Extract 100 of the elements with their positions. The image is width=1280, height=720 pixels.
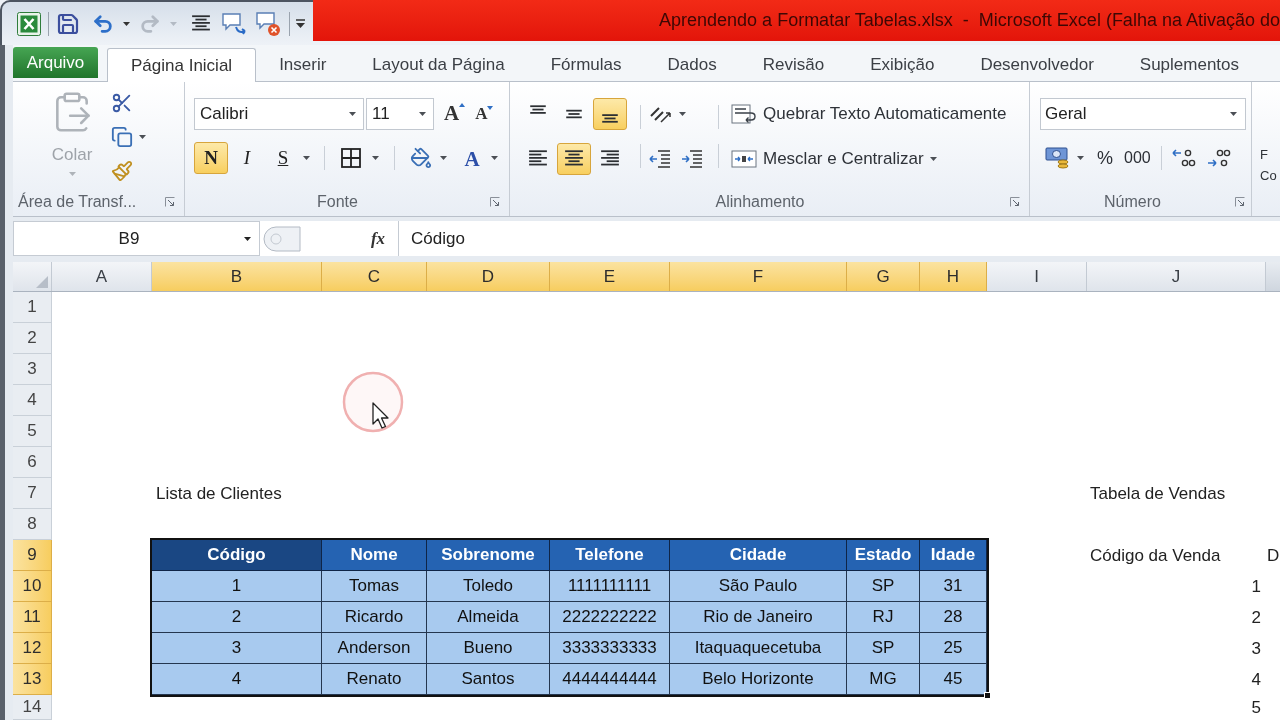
align-lines-icon[interactable] — [191, 14, 211, 33]
table-cell: 3 — [152, 633, 322, 664]
row-header[interactable]: 12 — [13, 633, 52, 664]
thousands-button[interactable]: 000 — [1124, 146, 1151, 170]
ribbon-tab[interactable]: Inserir — [256, 48, 350, 81]
caret-icon[interactable] — [440, 156, 447, 160]
column-header[interactable]: E — [550, 262, 670, 291]
row-header[interactable]: 6 — [13, 447, 52, 478]
caret-icon[interactable] — [349, 112, 356, 116]
shrink-font-button[interactable]: A — [475, 102, 494, 126]
table-cell: Toledo — [427, 571, 550, 602]
table-title: Lista de Clientes — [156, 482, 282, 505]
caret-icon[interactable] — [123, 21, 130, 26]
save-icon[interactable] — [56, 11, 80, 36]
speech-bubble-delete-icon[interactable] — [255, 10, 281, 37]
font-color-button[interactable]: A — [461, 144, 483, 172]
row-header[interactable]: 13 — [13, 664, 52, 695]
table-cell: 25 — [920, 633, 987, 664]
down-triangle-icon — [487, 106, 494, 110]
table-cell-text: 4 — [1251, 669, 1261, 690]
column-header[interactable]: H — [920, 262, 987, 291]
caret-icon[interactable] — [303, 156, 310, 160]
grow-font-button[interactable]: A — [444, 101, 466, 127]
row-header[interactable]: 3 — [13, 354, 52, 385]
align-right-icon[interactable] — [600, 150, 620, 168]
font-style-button[interactable]: S — [266, 142, 300, 174]
column-header[interactable]: J — [1087, 262, 1266, 291]
caret-icon[interactable] — [1077, 156, 1084, 160]
ribbon-tab[interactable]: Layout da Página — [349, 48, 528, 81]
column-header[interactable]: C — [322, 262, 427, 291]
column-header[interactable]: I — [987, 262, 1087, 291]
column-header[interactable]: F — [670, 262, 847, 291]
font-style-button[interactable]: N — [194, 142, 228, 174]
row-header[interactable]: 14 — [13, 695, 52, 720]
table-header-text: Código da Venda — [1090, 544, 1221, 567]
table-cell: Almeida — [427, 602, 550, 633]
ribbon-tab[interactable]: Desenvolvedor — [957, 48, 1117, 81]
row-header[interactable]: 4 — [13, 385, 52, 416]
banknote-coins-icon[interactable] — [1045, 146, 1071, 170]
paintbrush-icon[interactable] — [111, 160, 133, 182]
align-center-button[interactable] — [557, 143, 591, 175]
wrap-text-button[interactable]: Quebrar Texto Automaticamente — [731, 98, 1007, 130]
caret-icon[interactable] — [929, 157, 937, 161]
row-header[interactable]: 8 — [13, 509, 52, 540]
align-left-icon[interactable] — [528, 150, 548, 168]
resize-handle[interactable] — [263, 225, 301, 252]
customize-dropdown-icon[interactable] — [296, 19, 305, 28]
ribbon-button[interactable]: F Co — [1260, 144, 1277, 186]
insert-function-button[interactable]: fx — [363, 221, 393, 256]
paint-bucket-icon[interactable] — [410, 147, 432, 169]
row-header[interactable]: 2 — [13, 323, 52, 354]
dialog-launcher-icon[interactable] — [1010, 197, 1020, 207]
percent-button[interactable]: % — [1097, 144, 1113, 172]
caret-icon[interactable] — [1230, 112, 1237, 116]
ribbon-tab[interactable]: Página Inicial — [107, 48, 257, 82]
ribbon-tab[interactable]: Suplementos — [1116, 48, 1263, 81]
align-bottom-button[interactable] — [593, 98, 627, 130]
speech-bubble-arrow-icon[interactable] — [221, 11, 247, 36]
caret-icon[interactable] — [679, 112, 686, 116]
caret-icon[interactable] — [139, 135, 146, 139]
font-style-button[interactable]: I — [230, 142, 264, 174]
dialog-launcher-icon[interactable] — [165, 197, 175, 207]
column-header[interactable]: A — [52, 262, 152, 291]
row-header[interactable]: 10 — [13, 571, 52, 602]
fill-handle[interactable] — [984, 692, 991, 699]
caret-icon[interactable] — [244, 236, 251, 241]
indent-decrease-icon[interactable] — [648, 148, 672, 170]
dialog-launcher-icon[interactable] — [1235, 197, 1245, 207]
row-header[interactable]: 9 — [13, 540, 52, 571]
row-header[interactable]: 11 — [13, 602, 52, 633]
borders-grid-icon[interactable] — [340, 147, 362, 169]
ribbon-tab[interactable]: Dados — [644, 48, 740, 81]
undo-icon[interactable] — [92, 12, 114, 35]
spreadsheet-logo-icon[interactable] — [17, 11, 41, 36]
ribbon-tab[interactable]: Fórmulas — [527, 48, 645, 81]
column-header[interactable]: D — [427, 262, 550, 291]
align-center-icon[interactable] — [564, 150, 584, 168]
row-header[interactable]: 7 — [13, 478, 52, 509]
dialog-launcher-icon[interactable] — [490, 197, 500, 207]
table-cell: SP — [847, 633, 920, 664]
scissors-icon[interactable] — [111, 92, 133, 114]
indent-increase-icon[interactable] — [680, 148, 704, 170]
table-cell: Tomas — [322, 571, 427, 602]
font-name-field[interactable]: Calibri — [194, 98, 364, 130]
row-header[interactable]: 5 — [13, 416, 52, 447]
name-box[interactable]: B9 — [13, 221, 260, 256]
column-header[interactable]: B — [152, 262, 322, 291]
column-header[interactable]: G — [847, 262, 920, 291]
number-format-field[interactable]: Geral — [1040, 98, 1246, 130]
row-header[interactable]: 1 — [13, 292, 52, 323]
font-size-field[interactable]: 11 — [366, 98, 434, 130]
merge-center-button[interactable]: Mesclar e Centralizar — [731, 143, 1007, 175]
caret-icon[interactable] — [372, 156, 379, 160]
caret-icon[interactable] — [491, 156, 498, 160]
file-tab[interactable]: Arquivo — [13, 47, 98, 78]
copy-icon[interactable] — [111, 126, 133, 148]
table-cell: 2222222222 — [550, 602, 670, 633]
caret-icon[interactable] — [419, 112, 426, 116]
ribbon-tab[interactable]: Revisão — [739, 48, 848, 81]
ribbon-tab[interactable]: Exibição — [847, 48, 958, 81]
